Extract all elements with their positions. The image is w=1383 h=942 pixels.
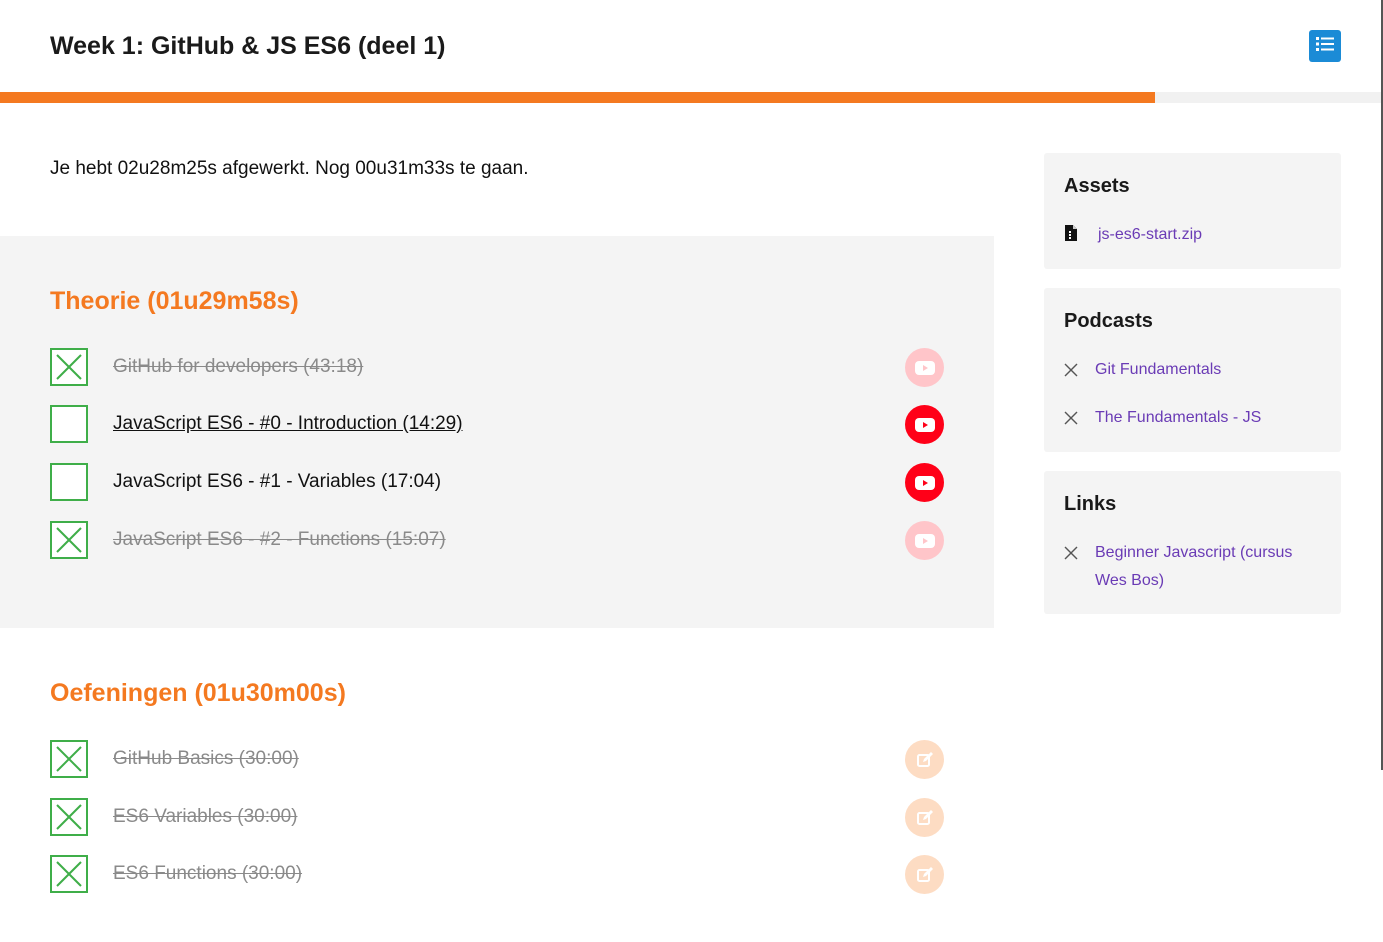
assets-panel: Assets js-es6-start.zip xyxy=(1044,153,1341,269)
exercises-section: Oefeningen (01u30m00s) GitHub Basics (30… xyxy=(0,628,994,942)
time-summary: Je hebt 02u28m25s afgewerkt. Nog 00u31m3… xyxy=(50,158,529,179)
theory-section: Theorie (01u29m58s) GitHub for developer… xyxy=(0,236,994,628)
youtube-icon[interactable] xyxy=(905,463,944,502)
section-title-exercises: Oefeningen (01u30m00s) xyxy=(50,679,346,707)
close-icon xyxy=(1064,546,1078,565)
file-icon xyxy=(1064,224,1078,247)
list-item: JavaScript ES6 - #1 - Variables (17:04) xyxy=(50,463,944,502)
checkbox-checked[interactable] xyxy=(50,740,88,778)
podcast-link[interactable]: The Fundamentals - JS xyxy=(1095,404,1325,432)
panel-title-assets: Assets xyxy=(1064,175,1130,197)
youtube-icon[interactable] xyxy=(905,405,944,444)
item-title[interactable]: ES6 Functions (30:00) xyxy=(113,863,302,885)
checkbox-unchecked[interactable] xyxy=(50,463,88,501)
panel-title-podcasts: Podcasts xyxy=(1064,310,1153,332)
edit-icon[interactable] xyxy=(905,740,944,779)
panel-title-links: Links xyxy=(1064,493,1117,515)
menu-button[interactable] xyxy=(1309,30,1341,62)
item-title[interactable]: JavaScript ES6 - #0 - Introduction (14:2… xyxy=(113,413,463,435)
list-item: GitHub for developers (43:18) xyxy=(50,348,944,387)
youtube-icon[interactable] xyxy=(905,521,944,560)
item-title[interactable]: ES6 Variables (30:00) xyxy=(113,806,297,828)
list-item: ES6 Functions (30:00) xyxy=(50,855,944,894)
list-item: ES6 Variables (30:00) xyxy=(50,798,944,837)
close-icon xyxy=(1064,363,1078,382)
podcast-link[interactable]: Git Fundamentals xyxy=(1095,356,1325,384)
progress-bar xyxy=(0,92,1383,103)
edit-icon[interactable] xyxy=(905,855,944,894)
asset-link[interactable]: js-es6-start.zip xyxy=(1098,221,1328,249)
item-title[interactable]: JavaScript ES6 - #1 - Variables (17:04) xyxy=(113,471,441,493)
list-item: JavaScript ES6 - #2 - Functions (15:07) xyxy=(50,521,944,560)
item-title[interactable]: GitHub for developers (43:18) xyxy=(113,356,363,378)
links-panel: Links Beginner Javascript (cursus Wes Bo… xyxy=(1044,471,1341,614)
page-title: Week 1: GitHub & JS ES6 (deel 1) xyxy=(50,32,446,60)
youtube-icon[interactable] xyxy=(905,348,944,387)
list-item: GitHub Basics (30:00) xyxy=(50,740,944,779)
item-title[interactable]: JavaScript ES6 - #2 - Functions (15:07) xyxy=(113,529,446,551)
checkbox-checked[interactable] xyxy=(50,348,88,386)
list-icon xyxy=(1315,35,1335,58)
header-bar: Week 1: GitHub & JS ES6 (deel 1) xyxy=(0,0,1383,92)
checkbox-unchecked[interactable] xyxy=(50,405,88,443)
checkbox-checked[interactable] xyxy=(50,521,88,559)
item-title[interactable]: GitHub Basics (30:00) xyxy=(113,748,299,770)
edit-icon[interactable] xyxy=(905,798,944,837)
checkbox-checked[interactable] xyxy=(50,855,88,893)
checkbox-checked[interactable] xyxy=(50,798,88,836)
external-link[interactable]: Beginner Javascript (cursus Wes Bos) xyxy=(1095,539,1310,595)
podcasts-panel: Podcasts Git Fundamentals The Fundamenta… xyxy=(1044,288,1341,452)
close-icon xyxy=(1064,411,1078,430)
section-title-theory: Theorie (01u29m58s) xyxy=(50,287,299,315)
list-item: JavaScript ES6 - #0 - Introduction (14:2… xyxy=(50,405,944,444)
progress-fill xyxy=(0,92,1155,103)
